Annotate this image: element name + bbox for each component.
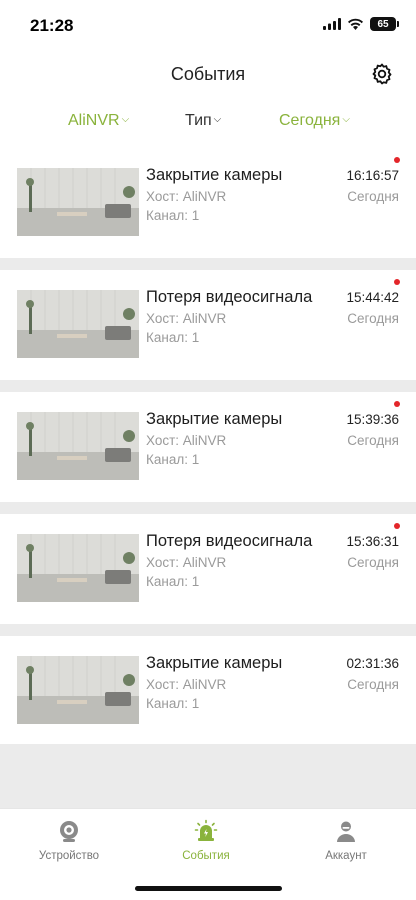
event-date: Сегодня [347, 555, 399, 570]
unread-dot [394, 401, 400, 407]
status-bar: 21:28 65 [0, 0, 416, 52]
event-time: 02:31:36 [346, 656, 399, 671]
filter-type-label: Тип [185, 112, 212, 129]
person-icon [337, 821, 355, 842]
event-title: Потеря видеосигнала [146, 288, 313, 306]
event-title: Потеря видеосигнала [146, 532, 313, 550]
filter-device-label: AliNVR [68, 112, 120, 129]
event-channel: Канал: 1 [146, 452, 200, 467]
alarm-light-icon [194, 819, 218, 841]
home-indicator [135, 886, 282, 891]
filter-bar: AliNVR ⌵ Тип ⌵ Сегодня ⌵ [0, 104, 416, 140]
tab-events-label: События [182, 850, 230, 862]
cellular-signal-icon [323, 18, 341, 30]
event-channel: Канал: 1 [146, 330, 200, 345]
event-date: Сегодня [347, 677, 399, 692]
status-time: 21:28 [30, 16, 74, 35]
wifi-icon [348, 18, 363, 30]
event-thumbnail[interactable] [17, 534, 139, 602]
battery-level: 65 [377, 18, 389, 30]
header: События [0, 52, 416, 98]
event-item[interactable]: Потеря видеосигнала Хост: AliNVR Канал: … [0, 270, 416, 392]
event-host: Хост: AliNVR [146, 677, 227, 692]
event-time: 15:39:36 [346, 412, 399, 427]
event-host: Хост: AliNVR [146, 311, 227, 326]
event-time: 15:44:42 [346, 290, 399, 305]
event-title: Закрытие камеры [146, 410, 283, 428]
event-channel: Канал: 1 [146, 208, 200, 223]
page-title: События [170, 64, 246, 84]
chevron-down-icon: ⌵ [213, 114, 222, 125]
event-host: Хост: AliNVR [146, 433, 227, 448]
filter-date-dropdown[interactable]: Сегодня ⌵ [279, 112, 350, 130]
gear-icon[interactable] [370, 62, 394, 86]
event-thumbnail[interactable] [17, 168, 139, 236]
event-date: Сегодня [347, 189, 399, 204]
unread-dot [394, 279, 400, 285]
camera-icon [60, 821, 78, 842]
event-title: Закрытие камеры [146, 654, 283, 672]
event-item[interactable]: Потеря видеосигнала Хост: AliNVR Канал: … [0, 514, 416, 636]
tab-account-label: Аккаунт [325, 850, 367, 862]
battery-indicator: 65 [370, 17, 399, 31]
filter-device-dropdown[interactable]: AliNVR ⌵ [68, 112, 129, 130]
event-item[interactable]: Закрытие камеры Хост: AliNVR Канал: 1 15… [0, 392, 416, 514]
event-list: Закрытие камеры Хост: AliNVR Канал: 1 16… [0, 148, 416, 746]
event-channel: Канал: 1 [146, 574, 200, 589]
event-thumbnail[interactable] [17, 412, 139, 480]
event-date: Сегодня [347, 433, 399, 448]
event-thumbnail[interactable] [17, 290, 139, 358]
event-title: Закрытие камеры [146, 166, 283, 184]
tab-device[interactable]: Устройство [14, 819, 124, 862]
event-host: Хост: AliNVR [146, 189, 227, 204]
event-date: Сегодня [347, 311, 399, 326]
tab-account[interactable]: Аккаунт [291, 819, 401, 862]
event-item[interactable]: Закрытие камеры Хост: AliNVR Канал: 1 02… [0, 636, 416, 746]
event-time: 16:16:57 [346, 168, 399, 183]
status-icons: 65 [323, 17, 399, 31]
bottom-tab-bar: Устройство События Аккаунт [0, 808, 416, 900]
tab-events[interactable]: События [151, 819, 261, 862]
tab-device-label: Устройство [38, 850, 100, 862]
chevron-down-icon: ⌵ [342, 114, 350, 125]
event-thumbnail[interactable] [17, 656, 139, 724]
list-empty-area [0, 744, 416, 808]
filter-date-label: Сегодня [279, 112, 341, 129]
unread-dot [394, 157, 400, 163]
event-time: 15:36:31 [346, 534, 399, 549]
chevron-down-icon: ⌵ [121, 114, 130, 125]
event-item[interactable]: Закрытие камеры Хост: AliNVR Канал: 1 16… [0, 148, 416, 270]
event-host: Хост: AliNVR [146, 555, 227, 570]
unread-dot [394, 523, 400, 529]
event-channel: Канал: 1 [146, 696, 200, 711]
filter-type-dropdown[interactable]: Тип ⌵ [185, 112, 221, 130]
